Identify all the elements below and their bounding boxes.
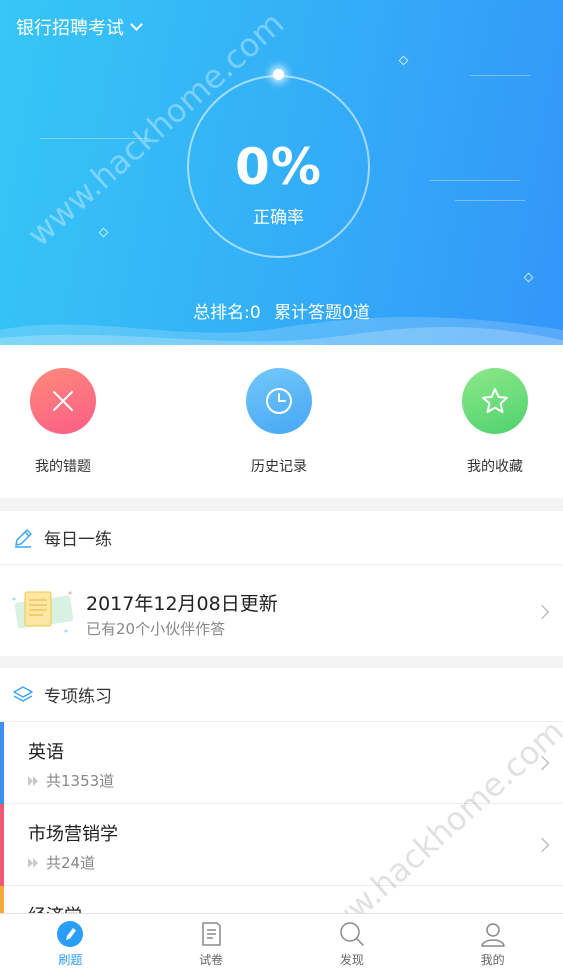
double-play-icon — [28, 857, 38, 868]
decor-line — [470, 75, 530, 76]
pencil-icon — [12, 527, 34, 549]
chevron-right-icon — [534, 604, 550, 620]
chevron-right-icon — [534, 837, 550, 853]
user-icon — [480, 923, 505, 947]
accuracy-label: 正确率 — [253, 208, 304, 228]
pen-icon — [57, 921, 84, 947]
daily-practice-header: 每日一练 — [0, 511, 563, 565]
topic-name: 市场营销学 — [28, 824, 118, 845]
star-icon — [462, 368, 528, 434]
search-icon — [340, 922, 364, 946]
decor-line — [430, 180, 520, 181]
daily-practice-title: 每日一练 — [44, 530, 112, 550]
topic-item-economics[interactable]: 经济学 — [0, 886, 563, 913]
exam-name: 银行招聘考试 — [16, 18, 124, 39]
decor-line — [40, 138, 150, 139]
double-play-icon — [28, 775, 38, 786]
nav-label: 我的 — [480, 953, 505, 967]
topic-item-marketing[interactable]: 市场营销学 共24道 — [0, 804, 563, 886]
wrong-questions-button[interactable]: 我的错题 — [3, 368, 123, 476]
nav-tab-practice[interactable]: 刷题 — [0, 914, 141, 975]
daily-practice-section: 每日一练 2017年12月08日更新 已有20个小伙伴作答 — [0, 511, 563, 656]
favorites-button[interactable]: 我的收藏 — [435, 368, 555, 476]
x-icon — [30, 368, 96, 434]
favorites-label: 我的收藏 — [467, 459, 523, 475]
clock-icon — [246, 368, 312, 434]
topic-count: 共24道 — [46, 854, 96, 872]
history-button[interactable]: 历史记录 — [219, 368, 339, 476]
nav-label: 发现 — [339, 953, 364, 967]
decor-diamond — [523, 272, 534, 283]
quick-actions: 我的错题 历史记录 我的收藏 — [0, 345, 563, 498]
topic-count-row: 共1353道 — [28, 770, 114, 791]
accuracy-value: 0% — [235, 138, 322, 196]
topic-count-row: 共24道 — [28, 852, 95, 873]
nav-tab-discover[interactable]: 发现 — [282, 914, 423, 975]
daily-practice-item[interactable]: 2017年12月08日更新 已有20个小伙伴作答 — [0, 565, 563, 657]
exam-selector[interactable]: 银行招聘考试 — [16, 14, 143, 40]
special-practice-section: 专项练习 英语 共1353道 市场营销学 共24道 经济学 www.hackho… — [0, 668, 563, 913]
decor-diamond — [98, 227, 109, 238]
chevron-down-icon — [130, 18, 143, 31]
wrong-questions-label: 我的错题 — [35, 459, 91, 475]
header-banner: 银行招聘考试 0% 正确率 总排名:0 累计答题0道 www.hackhome.… — [0, 0, 563, 345]
nav-tab-papers[interactable]: 试卷 — [141, 914, 282, 975]
topic-name: 经济学 — [28, 902, 82, 913]
topic-name: 英语 — [28, 742, 64, 763]
nav-tab-mine[interactable]: 我的 — [422, 914, 563, 975]
ring-progress-dot — [273, 69, 284, 80]
topic-item-english[interactable]: 英语 共1353道 — [0, 722, 563, 804]
daily-update-title: 2017年12月08日更新 — [86, 593, 278, 615]
decor-line — [455, 200, 525, 201]
special-practice-header: 专项练习 — [0, 668, 563, 722]
daily-participants: 已有20个小伙伴作答 — [86, 620, 226, 638]
topic-color-bar — [0, 722, 4, 804]
chevron-right-icon — [534, 755, 550, 771]
special-practice-title: 专项练习 — [44, 687, 112, 707]
topic-color-bar — [0, 886, 4, 913]
history-label: 历史记录 — [251, 459, 307, 475]
topic-count: 共1353道 — [46, 772, 115, 790]
layers-icon — [12, 684, 34, 706]
paper-icon — [202, 922, 221, 946]
notebook-icon — [12, 591, 74, 633]
nav-label: 试卷 — [199, 953, 224, 967]
topic-color-bar — [0, 804, 4, 886]
wave-decoration — [0, 316, 563, 345]
nav-label: 刷题 — [58, 953, 83, 967]
bottom-nav: 刷题 试卷 发现 我的 — [0, 913, 563, 975]
decor-diamond — [398, 55, 409, 66]
